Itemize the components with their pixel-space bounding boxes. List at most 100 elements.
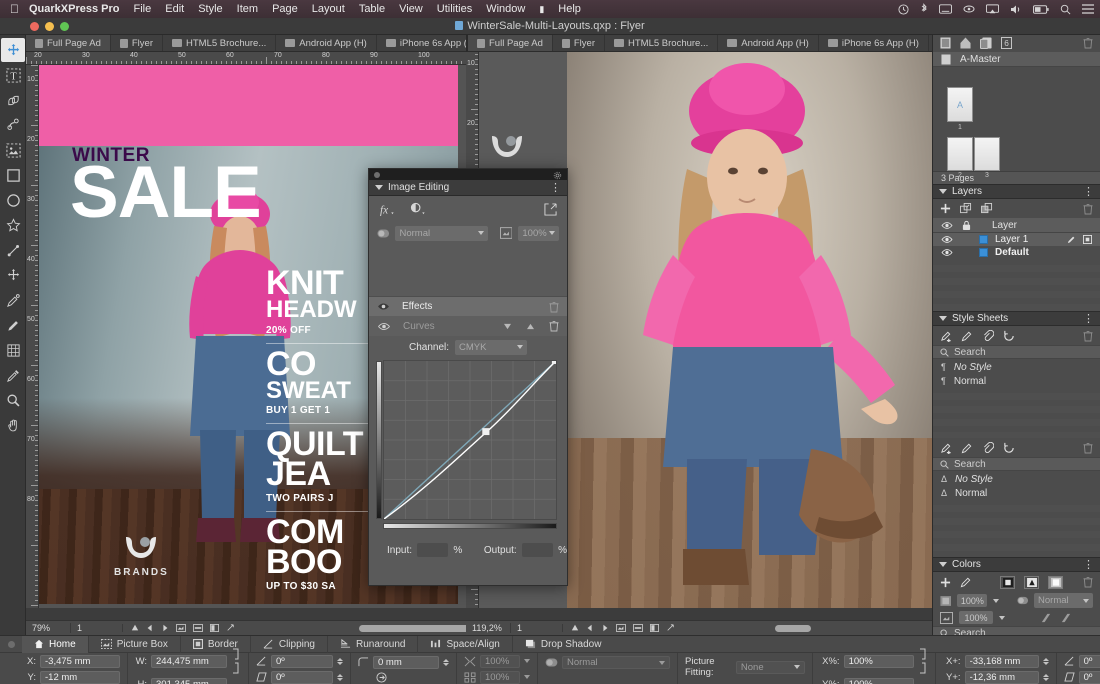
picture-angle-input[interactable]: 0º (1079, 655, 1100, 668)
chevron-down-icon[interactable] (993, 599, 999, 603)
yoff-stepper[interactable] (1043, 674, 1049, 681)
kebab-menu-icon[interactable]: ⋮ (1083, 315, 1094, 323)
effects-fx-icon[interactable]: fx (379, 202, 396, 217)
item-tool[interactable] (1, 38, 25, 62)
dropbox-icon[interactable] (963, 4, 975, 14)
menu-item-table[interactable]: Table (359, 3, 385, 15)
vertical-ruler-left[interactable]: 1020304050607080 (26, 65, 39, 608)
apple-logo-icon[interactable]:  (10, 3, 19, 15)
gradient-icon-1[interactable] (1039, 612, 1053, 624)
tab-runaround[interactable]: Runaround (328, 636, 418, 653)
image-editing-toolbar[interactable]: fx (369, 196, 567, 222)
trash-icon[interactable] (549, 320, 559, 332)
shade-icon[interactable] (940, 595, 951, 607)
scissors-tool[interactable] (1, 313, 25, 337)
tables-tool[interactable] (1, 338, 25, 362)
layout-tab-iphone-app-2[interactable]: iPhone 6s App (H) (819, 35, 929, 52)
character-style-no-style[interactable]: Δ No Style (933, 473, 1100, 485)
gear-icon[interactable] (553, 171, 562, 183)
window-controls[interactable] (30, 22, 69, 31)
kebab-menu-icon[interactable]: ⋮ (1083, 561, 1094, 569)
opacity-mask-icon[interactable] (500, 227, 512, 239)
link-scale-icon[interactable] (919, 647, 928, 675)
adjustments-icon[interactable] (410, 202, 427, 217)
scroll-thumb[interactable] (775, 625, 811, 632)
curves-effect-row[interactable]: Curves (369, 316, 567, 336)
page-numbering-icon[interactable]: 6 (1001, 37, 1012, 49)
style-sheets-toolbar-character[interactable] (933, 438, 1100, 457)
bezier-shape-tool[interactable] (1, 88, 25, 112)
kebab-menu-icon[interactable]: ⋮ (550, 184, 561, 192)
picture-box-tool[interactable] (1, 138, 25, 162)
collapse-caret-icon[interactable] (375, 185, 383, 190)
corner-group[interactable]: 0 mm (351, 653, 457, 684)
skew-stepper[interactable] (337, 674, 343, 681)
image-editing-palette[interactable]: Image Editing ⋮ fx Normal 100% Effects C… (368, 168, 568, 586)
layout-tab-full-page-ad[interactable]: Full Page Ad (26, 35, 111, 52)
scale-v-input[interactable]: 100% (480, 671, 520, 684)
scale-h-input[interactable]: 100% (480, 655, 520, 668)
shade-value[interactable]: 100% (957, 594, 987, 607)
output-field[interactable] (522, 543, 553, 557)
link-dimensions-icon[interactable] (232, 647, 241, 675)
x-input[interactable]: -3,475 mm (40, 655, 120, 668)
rectangle-box-tool[interactable] (1, 163, 25, 187)
menu-item-style[interactable]: Style (198, 3, 222, 15)
colors-opacity-row[interactable]: 100% (933, 609, 1100, 626)
menu-item-utilities[interactable]: Utilities (437, 3, 472, 15)
eye-icon[interactable] (941, 248, 953, 257)
picture-skew-input[interactable]: 0º (1079, 671, 1100, 684)
chevron-down-icon[interactable] (524, 659, 530, 663)
page-first-icon[interactable] (571, 624, 579, 632)
channel-select[interactable]: CMYK (455, 340, 527, 355)
chevron-down-icon[interactable] (524, 675, 530, 679)
colors-opacity-value[interactable]: 100% (959, 611, 993, 624)
new-page-icon[interactable] (940, 37, 951, 49)
tab-space-align[interactable]: Space/Align (418, 636, 512, 653)
colors-blend-select[interactable]: Normal (1034, 593, 1093, 608)
fit-page-icon[interactable] (616, 624, 626, 632)
edit-style-icon[interactable] (961, 330, 973, 342)
page-next-icon[interactable] (601, 624, 609, 632)
measurements-grip[interactable] (8, 641, 15, 648)
y-input[interactable]: -12 mm (40, 671, 120, 684)
menu-item-help[interactable]: Help (558, 3, 581, 15)
blend-mode-row[interactable]: Normal 100% (369, 222, 567, 244)
duplicate-layer-icon[interactable] (981, 203, 993, 214)
menu-item-item[interactable]: Item (237, 3, 258, 15)
layer-items-icon[interactable] (1083, 235, 1092, 244)
page-prev-icon[interactable] (586, 624, 594, 632)
composition-zones-tool[interactable] (1, 263, 25, 287)
trash-icon[interactable] (549, 301, 559, 313)
flip-icon[interactable] (376, 672, 387, 683)
colors-shade-row[interactable]: 100% Normal (933, 592, 1100, 609)
menu-item-layout[interactable]: Layout (312, 3, 345, 15)
page-next-icon[interactable] (161, 624, 169, 632)
palette-title-bar[interactable] (369, 169, 567, 180)
layout-tab-html5-brochure-2[interactable]: HTML5 Brochure... (605, 35, 718, 52)
picture-box-selected[interactable] (567, 49, 932, 608)
picture-rotation-group[interactable]: 0º 0º (1057, 653, 1100, 684)
angle-stepper[interactable] (337, 658, 343, 665)
minimize-button[interactable] (45, 22, 54, 31)
menu-item-file[interactable]: File (134, 3, 152, 15)
fit-page-icon[interactable] (176, 624, 186, 632)
tab-drop-shadow[interactable]: Drop Shadow (513, 636, 614, 653)
layout-tabs-right[interactable]: Full Page Ad Flyer HTML5 Brochure... And… (466, 35, 932, 52)
palette-close-button[interactable] (374, 172, 380, 178)
picture-fitting-select[interactable]: None (736, 661, 805, 674)
update-style-icon[interactable] (1003, 330, 1015, 342)
effects-group-row[interactable]: Effects (369, 296, 567, 316)
measurements-palette[interactable]: Home Picture Box Border Clipping Runarou… (0, 635, 1100, 684)
close-button[interactable] (30, 22, 39, 31)
battery-icon[interactable] (1033, 5, 1049, 14)
fullscreen-icon[interactable] (666, 624, 675, 632)
split-view-icon[interactable] (650, 624, 659, 632)
layer-row-default[interactable]: Default (933, 246, 1100, 259)
curves-graph[interactable] (383, 360, 557, 520)
layers-toolbar[interactable] (933, 199, 1100, 218)
menu-item-view[interactable]: View (399, 3, 423, 15)
colors-panel-header[interactable]: Colors ⋮ (933, 557, 1100, 572)
style-sheets-search-character[interactable]: Search (933, 457, 1100, 471)
layout-tab-iphone-app[interactable]: iPhone 6s App (H) (377, 35, 466, 52)
